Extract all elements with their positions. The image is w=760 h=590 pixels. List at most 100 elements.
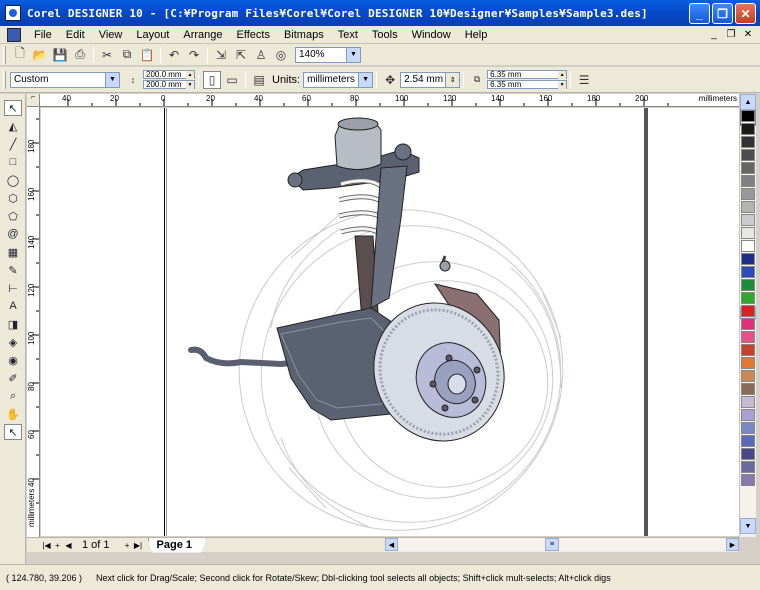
spin-arrows-icon[interactable]: ⇕ bbox=[445, 72, 460, 87]
new-document-icon[interactable]: 🗋 bbox=[11, 46, 29, 64]
color-swatch[interactable] bbox=[741, 253, 755, 265]
color-swatch[interactable] bbox=[741, 409, 755, 421]
horizontal-ruler[interactable]: 40 20 0 20 40 60 80 100 120 140 160 180 … bbox=[40, 94, 739, 107]
spin-arrows-icon[interactable]: ▼ bbox=[558, 81, 567, 89]
polygon-tool-icon[interactable]: ⬡ bbox=[4, 190, 22, 206]
paste-icon[interactable]: 📋 bbox=[138, 46, 156, 64]
color-swatch[interactable] bbox=[741, 149, 755, 161]
import-icon[interactable]: ⇲ bbox=[212, 46, 230, 64]
pan-tool-icon[interactable]: ✋ bbox=[4, 406, 22, 422]
color-swatch[interactable] bbox=[741, 357, 755, 369]
minimize-button[interactable]: _ bbox=[689, 3, 710, 24]
menu-window[interactable]: Window bbox=[405, 29, 458, 41]
menu-bitmaps[interactable]: Bitmaps bbox=[277, 29, 331, 41]
undo-icon[interactable]: ↶ bbox=[165, 46, 183, 64]
color-swatch[interactable] bbox=[741, 214, 755, 226]
knife-tool-icon[interactable]: ✎ bbox=[4, 262, 22, 278]
color-swatch[interactable] bbox=[741, 435, 755, 447]
menu-tools[interactable]: Tools bbox=[365, 29, 405, 41]
menu-file[interactable]: File bbox=[27, 29, 59, 41]
property-bar-grip[interactable] bbox=[3, 70, 6, 89]
color-swatch[interactable] bbox=[741, 110, 755, 122]
interactive-fill-icon[interactable]: ◈ bbox=[4, 334, 22, 350]
first-page-icon[interactable]: |◀ bbox=[41, 539, 52, 552]
color-swatch[interactable] bbox=[741, 162, 755, 174]
color-swatch[interactable] bbox=[741, 279, 755, 291]
zoom-level-select[interactable]: 140% ▼ bbox=[295, 46, 361, 63]
color-swatch[interactable] bbox=[741, 227, 755, 239]
export-icon[interactable]: ⇱ bbox=[232, 46, 250, 64]
doc-close-button[interactable]: ✕ bbox=[742, 28, 754, 40]
landscape-icon[interactable]: ▭ bbox=[223, 71, 241, 89]
redo-icon[interactable]: ↷ bbox=[185, 46, 203, 64]
nudge-distance-field[interactable]: 2.54 mm ⇕ bbox=[400, 71, 461, 88]
line-tool-icon[interactable]: ╱ bbox=[4, 136, 22, 152]
color-swatch[interactable] bbox=[741, 331, 755, 343]
page-layout-icon[interactable]: ▤ bbox=[250, 71, 268, 89]
pick-tool-icon[interactable]: ↖ bbox=[4, 100, 22, 116]
page-height-field[interactable]: 200.0 mm ▼ bbox=[143, 80, 195, 89]
rectangle-tool-icon[interactable]: □ bbox=[4, 154, 22, 170]
color-swatch[interactable] bbox=[741, 201, 755, 213]
document-icon[interactable] bbox=[7, 27, 21, 42]
ellipse-tool-icon[interactable]: ◯ bbox=[4, 172, 22, 188]
menu-arrange[interactable]: Arrange bbox=[176, 29, 229, 41]
horizontal-scrollbar[interactable]: ◀ ≡ ▶ bbox=[385, 538, 739, 551]
add-page-after-icon[interactable]: + bbox=[122, 539, 133, 552]
color-swatch[interactable] bbox=[741, 383, 755, 395]
next-page-icon[interactable]: ▶| bbox=[133, 539, 144, 552]
fill-tool-icon[interactable]: ◉ bbox=[4, 352, 22, 368]
callout-tool-icon[interactable]: ↖ bbox=[4, 424, 22, 440]
menu-text[interactable]: Text bbox=[331, 29, 365, 41]
portrait-icon[interactable]: ▯ bbox=[203, 70, 221, 89]
menu-layout[interactable]: Layout bbox=[129, 29, 176, 41]
color-swatch[interactable] bbox=[741, 123, 755, 135]
color-swatch[interactable] bbox=[741, 136, 755, 148]
suspension-illustration[interactable] bbox=[41, 108, 739, 536]
menu-edit[interactable]: Edit bbox=[59, 29, 92, 41]
chevron-down-icon[interactable]: ▼ bbox=[105, 72, 119, 87]
cut-icon[interactable]: ✂ bbox=[98, 46, 116, 64]
toolbar-grip[interactable] bbox=[3, 45, 6, 64]
doc-restore-button[interactable]: ❐ bbox=[725, 28, 737, 40]
color-swatch[interactable] bbox=[741, 292, 755, 304]
color-swatch[interactable] bbox=[741, 461, 755, 473]
color-swatch[interactable] bbox=[741, 370, 755, 382]
options-icon[interactable]: ☰ bbox=[575, 71, 593, 89]
doc-minimize-button[interactable]: _ bbox=[708, 28, 720, 40]
eyedropper-tool-icon[interactable]: ✐ bbox=[4, 370, 22, 386]
menu-effects[interactable]: Effects bbox=[230, 29, 277, 41]
print-icon[interactable]: ⎙ bbox=[71, 46, 89, 64]
spiral-tool-icon[interactable]: @ bbox=[4, 226, 22, 242]
drawing-canvas[interactable] bbox=[41, 108, 739, 536]
color-swatch[interactable] bbox=[741, 305, 755, 317]
h-scroll-thumb[interactable]: ≡ bbox=[545, 538, 559, 551]
color-swatch[interactable] bbox=[741, 266, 755, 278]
corel-online-icon[interactable]: ◎ bbox=[272, 46, 290, 64]
extrude-tool-icon[interactable]: ◨ bbox=[4, 316, 22, 332]
duplicate-y-field[interactable]: 6.35 mm ▼ bbox=[487, 80, 568, 89]
copy-icon[interactable]: ⧉ bbox=[118, 46, 136, 64]
color-swatch[interactable] bbox=[741, 448, 755, 460]
chevron-down-icon[interactable]: ▼ bbox=[358, 72, 373, 87]
paper-preset-select[interactable]: Custom ▼ bbox=[10, 71, 120, 88]
units-select[interactable]: millimeters ▼ bbox=[303, 71, 374, 88]
color-swatch[interactable] bbox=[741, 344, 755, 356]
spin-arrows-icon[interactable]: ▲ bbox=[558, 71, 567, 79]
scroll-up-arrow-icon[interactable]: ▲ bbox=[740, 94, 756, 110]
dimension-tool-icon[interactable]: ⊢ bbox=[4, 280, 22, 296]
text-tool-icon[interactable]: A bbox=[4, 298, 22, 314]
menu-view[interactable]: View bbox=[92, 29, 130, 41]
page-tab[interactable]: Page 1 bbox=[147, 537, 207, 553]
add-page-before-icon[interactable]: + bbox=[52, 539, 63, 552]
color-swatch[interactable] bbox=[741, 318, 755, 330]
color-swatch[interactable] bbox=[741, 422, 755, 434]
corel-app-icon[interactable] bbox=[5, 5, 21, 21]
color-swatch[interactable] bbox=[741, 188, 755, 200]
spin-arrows-icon[interactable]: ▼ bbox=[186, 81, 194, 89]
vertical-ruler[interactable]: 180 160 140 120 100 80 60 40 millimeters bbox=[27, 107, 40, 537]
save-icon[interactable]: 💾 bbox=[51, 46, 69, 64]
chevron-down-icon[interactable]: ▼ bbox=[346, 47, 360, 62]
star-tool-icon[interactable]: ⬠ bbox=[4, 208, 22, 224]
restore-button[interactable]: ❐ bbox=[712, 3, 733, 24]
